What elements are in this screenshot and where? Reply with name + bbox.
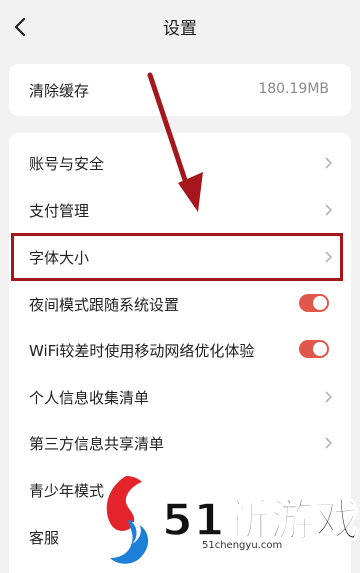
font-size-highlight-box [11, 233, 343, 281]
row-label: 第三方信息共享清单 [29, 435, 165, 453]
settings-row-third-party[interactable]: 第三方信息共享清单 [9, 420, 351, 466]
row-label: 夜间模式跟随系统设置 [29, 296, 180, 314]
night-mode-toggle[interactable] [299, 294, 329, 312]
settings-row-personal-info[interactable]: 个人信息收集清单 [9, 374, 351, 420]
settings-row-payment[interactable]: 支付管理 [9, 187, 351, 233]
clear-cache-label: 清除缓存 [29, 82, 90, 100]
watermark-logo [106, 476, 149, 564]
row-label: 客服 [29, 529, 60, 547]
header-bar: 设置 [0, 0, 360, 52]
cache-size-value: 180.19MB [258, 81, 329, 97]
row-label: 个人信息收集清单 [29, 389, 150, 407]
cache-card: 清除缓存 180.19MB [9, 64, 351, 116]
chevron-right-icon [325, 157, 333, 169]
chevron-right-icon [325, 391, 333, 403]
settings-row-night-mode: 夜间模式跟随系统设置 [9, 281, 351, 327]
watermark-brand: 51新游戏 [161, 494, 360, 547]
row-label: 支付管理 [29, 202, 90, 220]
row-label: WiFi较差时使用移动网络优化体验 [29, 342, 255, 360]
toggle-knob [313, 342, 327, 356]
chevron-right-icon [325, 437, 333, 449]
watermark: 51新游戏 51chengyu.com [98, 470, 360, 573]
row-label: 账号与安全 [29, 155, 105, 173]
settings-row-wifi-optimize: WiFi较差时使用移动网络优化体验 [9, 327, 351, 373]
chevron-right-icon [325, 204, 333, 216]
page-title: 设置 [163, 19, 197, 39]
wifi-optimize-toggle[interactable] [299, 340, 329, 358]
watermark-domain: 51chengyu.com [202, 540, 283, 551]
toggle-knob [313, 296, 327, 310]
row-label: 青少年模式 [29, 482, 105, 500]
clear-cache-row[interactable]: 清除缓存 180.19MB [9, 67, 351, 113]
settings-row-account-security[interactable]: 账号与安全 [9, 140, 351, 186]
